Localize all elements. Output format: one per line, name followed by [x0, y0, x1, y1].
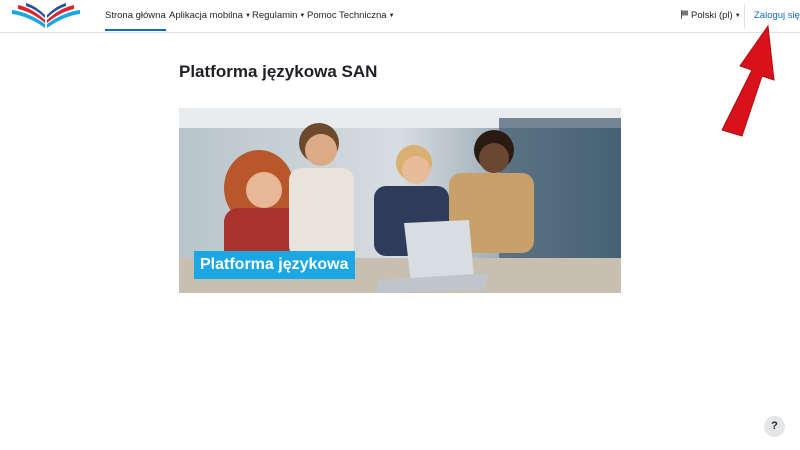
banner-image: Platforma językowa [179, 108, 621, 293]
red-arrow-annotation [721, 24, 775, 137]
chevron-down-icon: ▼ [299, 13, 306, 19]
question-icon: ? [771, 420, 778, 432]
language-label: Polski ‎(pl)‎ [691, 10, 733, 21]
book-logo-icon[interactable] [8, 2, 84, 30]
top-navbar: Strona główna Aplikacja mobilna ▼ Regulam… [0, 0, 800, 33]
nav-item-label: Pomoc Techniczna [307, 10, 387, 21]
chevron-down-icon: ▼ [244, 13, 251, 19]
chevron-down-icon: ▼ [388, 13, 395, 19]
nav-item-label: Regulamin [252, 10, 298, 21]
nav-item-strona-glowna[interactable]: Strona główna [105, 0, 166, 31]
nav-item-label: Aplikacja mobilna [169, 10, 243, 21]
help-button[interactable]: ? [764, 416, 785, 437]
nav-item-label: Strona główna [105, 10, 166, 21]
nav-item-regulamin[interactable]: Regulamin ▼ [252, 0, 305, 32]
nav-item-aplikacja-mobilna[interactable]: Aplikacja mobilna ▼ [169, 0, 251, 32]
language-icon [681, 10, 688, 19]
nav-item-pomoc-techniczna[interactable]: Pomoc Techniczna ▼ [307, 0, 395, 32]
banner-label: Platforma językowa [194, 251, 355, 279]
page-title: Platforma językowa SAN [179, 62, 378, 81]
